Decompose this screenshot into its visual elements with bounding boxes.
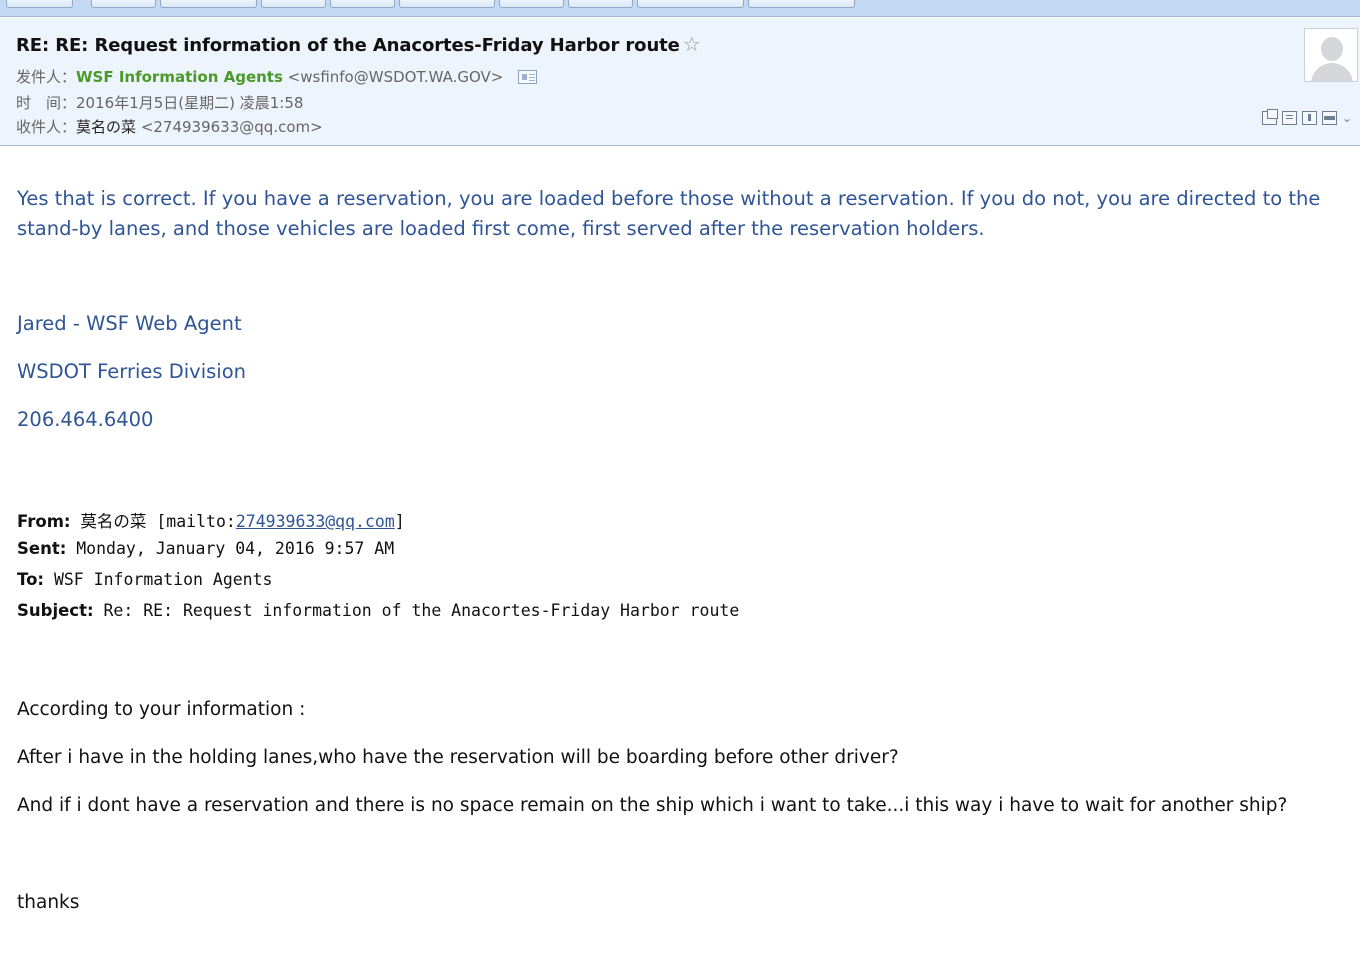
- from-row: 发件人：WSF Information Agents <wsfinfo@WSDO…: [16, 66, 538, 87]
- contact-card-icon[interactable]: [518, 70, 538, 84]
- sender-email: <wsfinfo@WSDOT.WA.GOV>: [287, 68, 504, 86]
- toolbar-button[interactable]: [748, 0, 855, 8]
- star-icon[interactable]: ☆: [683, 32, 701, 56]
- original-line-3: And if i dont have a reservation and the…: [17, 795, 1288, 816]
- quoted-from-line: From: 莫名の菜 [mailto:274939633@qq.com]: [17, 508, 405, 532]
- original-line-1: According to your information :: [17, 699, 306, 720]
- toolbar-button[interactable]: [330, 0, 395, 8]
- mailto-link[interactable]: 274939633@qq.com: [236, 512, 395, 531]
- original-closing: thanks: [17, 892, 80, 913]
- chevron-down-icon[interactable]: ⌄: [1342, 111, 1352, 125]
- toolbar-button[interactable]: [160, 0, 257, 8]
- quoted-subject-line: Subject: Re: RE: Request information of …: [17, 601, 739, 620]
- signature-division: WSDOT Ferries Division: [17, 360, 247, 383]
- mail-toolbar: [0, 0, 1360, 17]
- quoted-subject-label: Subject:: [17, 601, 94, 620]
- email-body: Yes that is correct. If you have a reser…: [17, 184, 1347, 913]
- avatar-body-shape: [1311, 63, 1353, 81]
- quoted-sent-label: Sent:: [17, 539, 67, 558]
- save-icon[interactable]: [1302, 111, 1317, 125]
- quoted-sent-line: Sent: Monday, January 04, 2016 9:57 AM: [17, 539, 394, 558]
- quoted-from-name: 莫名の菜: [80, 512, 147, 531]
- quoted-to-line: To: WSF Information Agents: [17, 570, 272, 589]
- time-row: 时 间：2016年1月5日(星期二) 凌晨1:58: [16, 92, 303, 113]
- signature-phone: 206.464.6400: [17, 408, 154, 431]
- new-window-icon[interactable]: [1262, 109, 1278, 125]
- quoted-to-value: WSF Information Agents: [53, 570, 273, 589]
- toolbar-button[interactable]: [568, 0, 633, 8]
- signature-name: Jared - WSF Web Agent: [17, 312, 242, 335]
- original-line-2: After i have in the holding lanes,who ha…: [17, 747, 899, 768]
- mailto-suffix: ]: [394, 512, 405, 531]
- recipient-name[interactable]: 莫名の菜: [76, 118, 136, 136]
- recipient-row: 收件人：莫名の菜 <274939633@qq.com>: [16, 116, 323, 137]
- time-value: 2016年1月5日(星期二) 凌晨1:58: [76, 94, 304, 112]
- toolbar-button[interactable]: [261, 0, 326, 8]
- toolbar-button[interactable]: [399, 0, 495, 8]
- toolbar-button[interactable]: [91, 0, 156, 8]
- quoted-sent-value: Monday, January 04, 2016 9:57 AM: [76, 539, 395, 558]
- avatar-head-shape: [1321, 37, 1343, 61]
- sender-name[interactable]: WSF Information Agents: [76, 68, 283, 86]
- print-icon[interactable]: [1322, 111, 1337, 125]
- toolbar-button[interactable]: [6, 0, 73, 8]
- email-header: RE: RE: Request information of the Anaco…: [0, 18, 1360, 146]
- reply-text: Yes that is correct. If you have a reser…: [17, 187, 1321, 240]
- quoted-to-label: To:: [17, 570, 44, 589]
- avatar[interactable]: [1304, 28, 1358, 82]
- recipient-label: 收件人：: [16, 118, 77, 136]
- toolbar-button[interactable]: [499, 0, 564, 8]
- email-subject: RE: RE: Request information of the Anaco…: [16, 32, 701, 56]
- time-label: 时 间：: [16, 94, 77, 112]
- quoted-subject-value: Re: RE: Request information of the Anaco…: [103, 601, 740, 620]
- from-label: 发件人：: [16, 68, 77, 86]
- quoted-from-label: From:: [17, 512, 71, 531]
- header-tools: ⌄: [1262, 109, 1352, 126]
- recipient-email: <274939633@qq.com>: [140, 118, 323, 136]
- toolbar-button[interactable]: [637, 0, 744, 8]
- mailto-prefix: [mailto:: [156, 512, 236, 531]
- subject-text: RE: RE: Request information of the Anaco…: [16, 35, 680, 56]
- note-icon[interactable]: [1282, 111, 1297, 125]
